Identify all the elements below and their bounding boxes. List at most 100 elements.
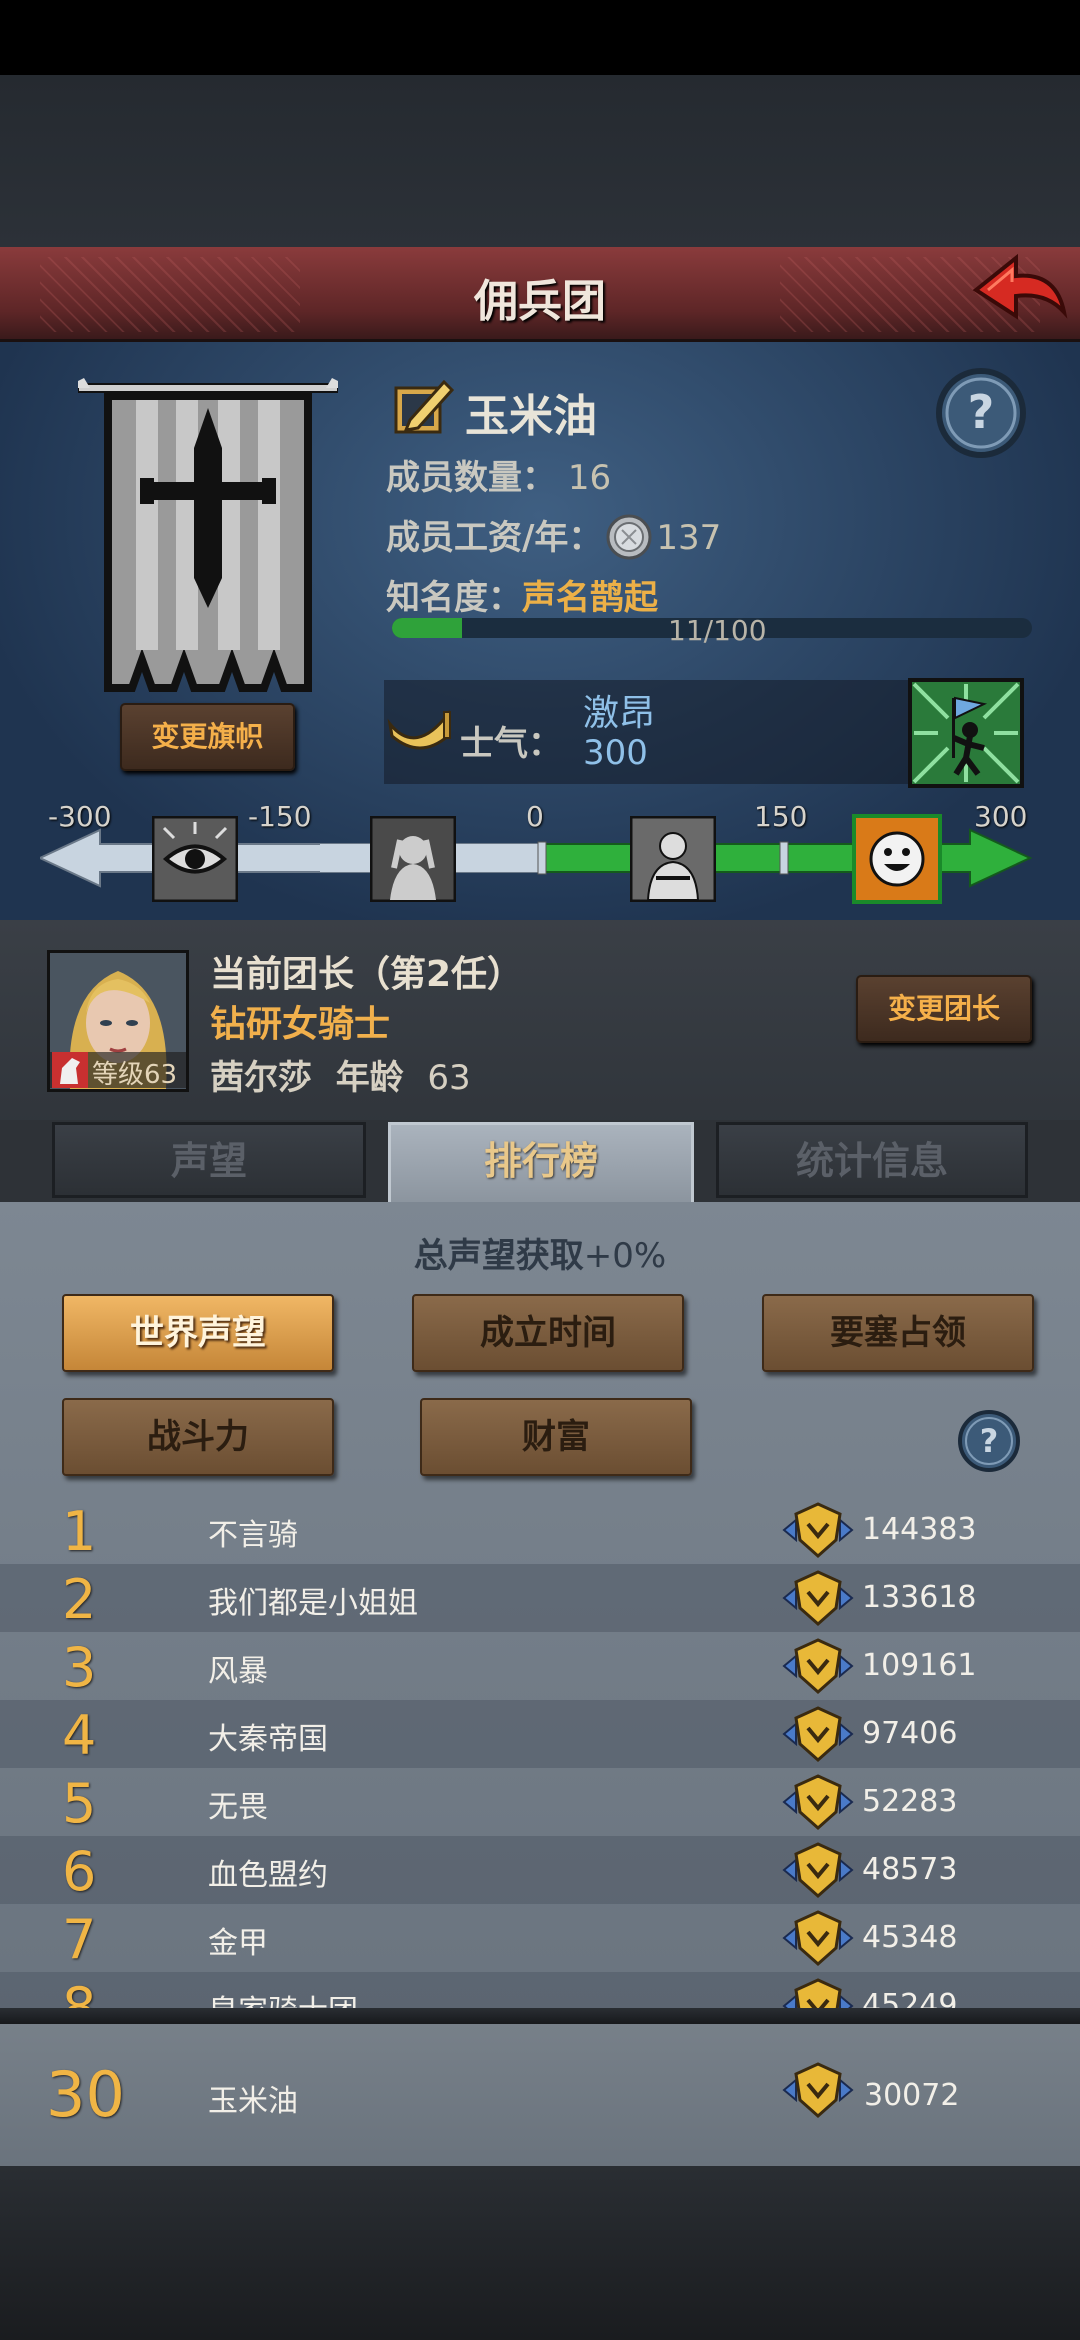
- category-founded-time-button[interactable]: 成立时间: [412, 1294, 684, 1372]
- fame-progress-fill: [392, 618, 463, 638]
- fame-label: 知名度：: [386, 578, 522, 618]
- category-fortress-button[interactable]: 要塞占领: [762, 1294, 1034, 1372]
- table-row[interactable]: 6 血色盟约 48573: [0, 1836, 1080, 1904]
- my-score: 30072: [864, 2078, 960, 2113]
- back-arrow-icon[interactable]: [968, 250, 1068, 330]
- top-background: [0, 75, 1080, 247]
- change-flag-button[interactable]: 变更旗帜: [120, 703, 295, 771]
- my-guild-name: 玉米油: [208, 2084, 298, 2119]
- category-combat-power-button[interactable]: 战斗力: [62, 1398, 334, 1476]
- table-row[interactable]: 2 我们都是小姐姐 133618: [0, 1564, 1080, 1632]
- rank-number: 2: [62, 1568, 97, 1631]
- morale-flag-icon[interactable]: [908, 678, 1024, 788]
- fame-shield-icon: [780, 1772, 856, 1832]
- edit-name-icon[interactable]: [392, 374, 456, 438]
- fame-shield-icon: [780, 1704, 856, 1764]
- total-fame-value: +0%: [583, 1236, 667, 1276]
- salary-label: 成员工资/年：: [386, 518, 603, 558]
- leader-class: 钻研女骑士: [210, 1004, 391, 1045]
- silver-coin-icon: [606, 514, 652, 560]
- score-cell: 45249: [862, 1988, 958, 2008]
- guild-name-cell: 无畏: [208, 1790, 268, 1825]
- fame-shield-icon: [780, 1636, 856, 1696]
- rank-number: 6: [62, 1840, 97, 1903]
- score-cell: 45348: [862, 1920, 958, 1955]
- total-fame-bonus: 总声望获取+0%: [0, 1228, 1080, 1277]
- leader-name: 茜尔莎: [210, 1058, 312, 1098]
- fame-row: 知名度：声名鹊起: [386, 570, 658, 619]
- title-bar: 佣兵团: [0, 247, 1080, 342]
- leader-age-value: 63: [427, 1058, 471, 1098]
- despair-mood-icon: [369, 815, 457, 903]
- category-world-fame-button[interactable]: 世界声望: [62, 1294, 334, 1372]
- morale-scale: -300 -150 0 150 300: [40, 800, 1040, 910]
- tab-reputation[interactable]: 声望: [52, 1122, 366, 1198]
- ranking-list[interactable]: 1 不言骑 144383 2 我们都是小姐姐 133618 3 风暴 10916…: [0, 1496, 1080, 2008]
- leader-info: 茜尔莎 年龄 63: [210, 1050, 471, 1099]
- leader-level: 等级63: [92, 1060, 178, 1090]
- svg-text:?: ?: [968, 385, 995, 439]
- fame-shield-icon: [780, 1500, 856, 1560]
- fame-shield-icon: [780, 2060, 856, 2120]
- help-icon[interactable]: ?: [956, 1408, 1022, 1474]
- fame-value: 声名鹊起: [522, 578, 658, 618]
- tab-statistics[interactable]: 统计信息: [716, 1122, 1028, 1198]
- table-row[interactable]: 3 风暴 109161: [0, 1632, 1080, 1700]
- total-fame-label: 总声望获取: [413, 1236, 584, 1276]
- members-value: 16: [567, 458, 612, 498]
- scale-tick-label: -300: [48, 800, 112, 833]
- rank-number: 3: [62, 1636, 97, 1699]
- svg-text:?: ?: [980, 1422, 999, 1460]
- page-title: 佣兵团: [474, 276, 606, 327]
- rank-number: 7: [62, 1908, 97, 1971]
- leader-age-label: 年龄: [335, 1058, 404, 1098]
- score-cell: 133618: [862, 1580, 977, 1615]
- scale-tick-label: 0: [526, 800, 544, 833]
- score-cell: 109161: [862, 1648, 977, 1683]
- happy-mood-icon: [852, 814, 942, 904]
- guild-name-cell: 我们都是小姐姐: [208, 1586, 418, 1621]
- eye-mood-icon: [151, 815, 239, 903]
- guild-name-cell: 皇家骑士团: [208, 1986, 358, 2008]
- rank-number: 1: [62, 1500, 97, 1563]
- morale-label: 士气：: [460, 724, 562, 764]
- fame-shield-icon: [780, 1568, 856, 1628]
- my-rank-number: 30: [46, 2058, 125, 2131]
- help-icon[interactable]: ?: [934, 366, 1028, 460]
- table-row[interactable]: 1 不言骑 144383: [0, 1496, 1080, 1564]
- fame-progress-text: 11/100: [668, 614, 767, 647]
- table-row[interactable]: 4 大秦帝国 97406: [0, 1700, 1080, 1768]
- category-wealth-button[interactable]: 财富: [420, 1398, 692, 1476]
- guild-name-cell: 金甲: [208, 1926, 268, 1961]
- morale-state: 激昂: [583, 693, 656, 734]
- table-row[interactable]: 8 皇家骑士团 45249: [0, 1972, 1080, 2008]
- score-cell: 52283: [862, 1784, 958, 1819]
- leader-title: 当前团长（第2任）: [210, 954, 524, 995]
- guild-name-cell: 不言骑: [208, 1518, 298, 1553]
- bottom-background: [0, 2166, 1080, 2340]
- rank-number: 5: [62, 1772, 97, 1835]
- table-row[interactable]: 5 无畏 52283: [0, 1768, 1080, 1836]
- calm-mood-icon: [629, 815, 717, 903]
- morale-value: 300: [583, 733, 648, 773]
- guild-name-cell: 大秦帝国: [208, 1722, 328, 1757]
- table-row[interactable]: 7 金甲 45348: [0, 1904, 1080, 1972]
- scale-tick-label: -150: [248, 800, 312, 833]
- score-cell: 48573: [862, 1852, 958, 1887]
- scale-tick-label: 300: [974, 800, 1028, 833]
- status-bar-area: [0, 0, 1080, 75]
- members-row: 成员数量： 16: [386, 450, 611, 499]
- guild-name: 玉米油: [465, 391, 597, 442]
- salary-row: 成员工资/年： 137: [386, 510, 721, 560]
- guild-banner: [76, 378, 340, 698]
- tab-leaderboard[interactable]: 排行榜: [388, 1122, 694, 1204]
- salary-value: 137: [656, 518, 722, 558]
- score-cell: 144383: [862, 1512, 977, 1547]
- list-divider: [0, 2008, 1080, 2024]
- horn-icon: [386, 706, 452, 760]
- score-cell: 97406: [862, 1716, 958, 1751]
- horse-icon: [52, 1052, 88, 1088]
- fame-shield-icon: [780, 1976, 856, 2008]
- fame-shield-icon: [780, 1840, 856, 1900]
- change-leader-button[interactable]: 变更团长: [856, 975, 1032, 1043]
